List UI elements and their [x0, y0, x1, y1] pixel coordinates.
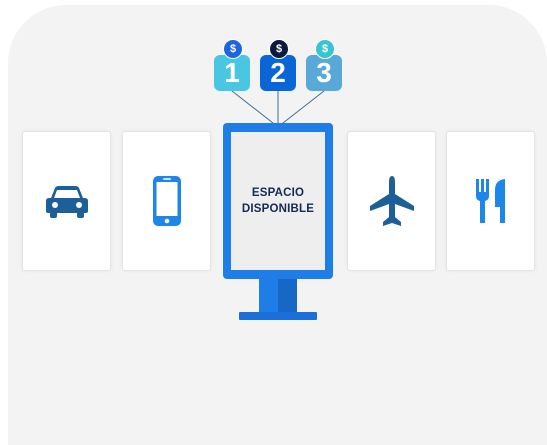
badge-number: 3: [316, 57, 332, 88]
dollar-coin-icon: $: [269, 39, 289, 59]
badge-number: 1: [224, 57, 240, 88]
kiosk-message: ESPACIO DISPONIBLE: [242, 185, 314, 217]
coin-symbol: $: [229, 43, 237, 55]
coin-symbol: $: [321, 43, 329, 55]
kiosk-stand-shade: [278, 279, 297, 312]
airplane-card: [347, 131, 436, 271]
dollar-coin-icon: $: [223, 39, 243, 59]
coin-symbol: $: [275, 43, 283, 55]
restaurant-card: [446, 131, 535, 271]
restaurant-icon: [475, 179, 505, 223]
car-card: [22, 131, 111, 271]
kiosk-base: [239, 312, 317, 320]
option-badge-2: 2: [260, 55, 296, 91]
kiosk-line-1: ESPACIO: [251, 187, 305, 199]
car-icon: [45, 186, 88, 218]
kiosk-screen: ESPACIO DISPONIBLE: [231, 132, 325, 270]
kiosk-display: ESPACIO DISPONIBLE: [223, 123, 333, 279]
option-badge-3: 3: [306, 55, 342, 91]
airplane-icon: [369, 176, 414, 226]
kiosk-line-2: DISPONIBLE: [241, 203, 315, 215]
dollar-coin-icon: $: [315, 39, 335, 59]
smartphone-card: [122, 131, 211, 271]
option-badge-1: 1: [214, 55, 250, 91]
smartphone-icon: [152, 176, 181, 226]
badge-number: 2: [270, 57, 286, 88]
